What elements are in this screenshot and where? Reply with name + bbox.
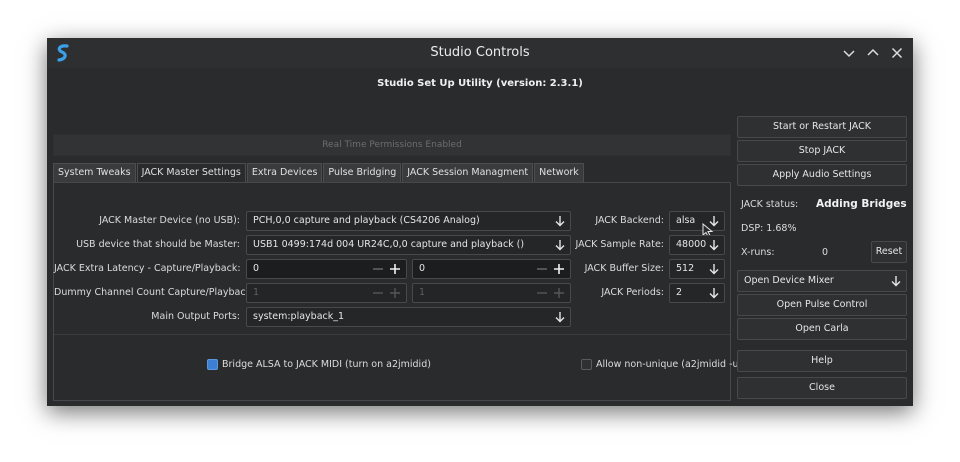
- app-subtitle: Studio Set Up Utility (version: 2.3.1): [377, 78, 583, 89]
- plus-icon[interactable]: [389, 287, 401, 299]
- usb-master-label: USB device that should be Master:: [76, 239, 240, 250]
- bridge-midi-checkbox[interactable]: [207, 359, 218, 370]
- open-device-mixer-label: Open Device Mixer: [744, 275, 834, 286]
- stop-jack-button[interactable]: Stop JACK: [737, 140, 907, 162]
- periods-select[interactable]: 2: [669, 283, 725, 303]
- arrow-down-icon: [709, 240, 719, 251]
- usb-master-value: USB1 0499:174d 004 UR24C,0,0 capture and…: [253, 239, 525, 250]
- maximize-icon[interactable]: [865, 45, 881, 61]
- buffer-size-select[interactable]: 512: [669, 259, 725, 279]
- main-output-ports-label: Main Output Ports:: [151, 311, 240, 322]
- jack-status-label: JACK status:: [741, 199, 799, 210]
- buffer-size-value: 512: [676, 263, 695, 274]
- usb-master-select[interactable]: USB1 0499:174d 004 UR24C,0,0 capture and…: [246, 235, 571, 255]
- main-output-ports-select[interactable]: system:playback_1: [246, 307, 571, 327]
- periods-label: JACK Periods:: [601, 287, 664, 298]
- start-restart-jack-button[interactable]: Start or Restart JACK: [737, 116, 907, 138]
- tab-jack-session-management[interactable]: JACK Session Managment: [402, 163, 534, 183]
- xruns-value: 0: [822, 247, 829, 258]
- backend-value: alsa: [676, 215, 696, 226]
- panel-divider: [54, 334, 730, 335]
- dummy-capture-spinbox[interactable]: 1: [246, 283, 407, 303]
- master-device-value: PCH,0,0 capture and playback (CS4206 Ana…: [253, 215, 480, 226]
- tab-jack-master-settings[interactable]: JACK Master Settings: [136, 163, 246, 183]
- backend-label: JACK Backend:: [595, 215, 664, 226]
- latency-capture-value: 0: [253, 263, 260, 274]
- dummy-channel-label: Dummy Channel Count Capture/Playback:: [54, 287, 255, 298]
- title-bar[interactable]: Studio Controls: [47, 38, 913, 68]
- dsp-load: DSP: 1.68%: [741, 223, 797, 234]
- close-icon[interactable]: [889, 45, 905, 61]
- master-device-select[interactable]: PCH,0,0 capture and playback (CS4206 Ana…: [246, 211, 571, 231]
- plus-icon[interactable]: [553, 263, 565, 275]
- minus-icon[interactable]: [372, 263, 384, 275]
- minus-icon[interactable]: [536, 263, 548, 275]
- jack-status-value: Adding Bridges: [816, 198, 907, 210]
- apply-audio-settings-button[interactable]: Apply Audio Settings: [737, 164, 907, 186]
- arrow-down-icon: [555, 312, 565, 323]
- arrow-down-icon: [555, 240, 565, 251]
- tab-system-tweaks[interactable]: System Tweaks: [53, 163, 136, 183]
- close-button[interactable]: Close: [737, 377, 907, 399]
- arrow-down-icon: [709, 264, 719, 275]
- buffer-size-label: JACK Buffer Size:: [584, 263, 664, 274]
- rt-permissions-status: Real Time Permissions Enabled: [53, 134, 731, 156]
- latency-playback-value: 0: [419, 263, 426, 274]
- window-title: Studio Controls: [430, 45, 530, 60]
- tab-pulse-bridging[interactable]: Pulse Bridging: [323, 163, 402, 183]
- dummy-capture-value: 1: [253, 287, 260, 298]
- sample-rate-select[interactable]: 48000: [669, 235, 725, 255]
- latency-playback-spinbox[interactable]: 0: [412, 259, 571, 279]
- tab-extra-devices[interactable]: Extra Devices: [246, 163, 323, 183]
- allow-nonunique-label[interactable]: Allow non-unique (a2jmidid -u): [596, 359, 742, 371]
- minus-icon[interactable]: [372, 287, 384, 299]
- xruns-label: X-runs:: [741, 247, 775, 258]
- dummy-playback-spinbox[interactable]: 1: [412, 283, 571, 303]
- arrow-down-icon: [709, 288, 719, 299]
- arrow-down-icon: [891, 276, 901, 287]
- tab-network[interactable]: Network: [534, 163, 584, 183]
- periods-value: 2: [676, 287, 683, 298]
- latency-capture-spinbox[interactable]: 0: [246, 259, 407, 279]
- bridge-midi-label[interactable]: Bridge ALSA to JACK MIDI (turn on a2jmid…: [222, 359, 431, 371]
- jack-master-settings-panel: JACK Master Device (no USB): PCH,0,0 cap…: [53, 182, 742, 401]
- reset-xruns-button[interactable]: Reset: [871, 241, 907, 263]
- sample-rate-value: 48000: [676, 239, 707, 250]
- open-carla-button[interactable]: Open Carla: [737, 318, 907, 340]
- studio-controls-window: Studio Controls Studio Set Up Utility (v…: [47, 38, 913, 406]
- help-button[interactable]: Help: [737, 350, 907, 372]
- allow-nonunique-checkbox[interactable]: [581, 359, 592, 370]
- main-output-ports-value: system:playback_1: [253, 311, 345, 322]
- minimize-icon[interactable]: [841, 45, 857, 61]
- extra-latency-label: JACK Extra Latency - Capture/Playback:: [54, 263, 241, 274]
- minus-icon[interactable]: [536, 287, 548, 299]
- arrow-down-icon: [555, 216, 565, 227]
- plus-icon[interactable]: [553, 287, 565, 299]
- tab-bar: System Tweaks JACK Master Settings Extra…: [53, 163, 585, 183]
- master-device-label: JACK Master Device (no USB):: [99, 215, 240, 226]
- open-device-mixer-select[interactable]: Open Device Mixer: [737, 270, 907, 292]
- plus-icon[interactable]: [389, 263, 401, 275]
- dummy-playback-value: 1: [419, 287, 426, 298]
- sample-rate-label: JACK Sample Rate:: [575, 239, 664, 250]
- open-pulse-control-button[interactable]: Open Pulse Control: [737, 294, 907, 316]
- backend-select[interactable]: alsa: [669, 211, 725, 231]
